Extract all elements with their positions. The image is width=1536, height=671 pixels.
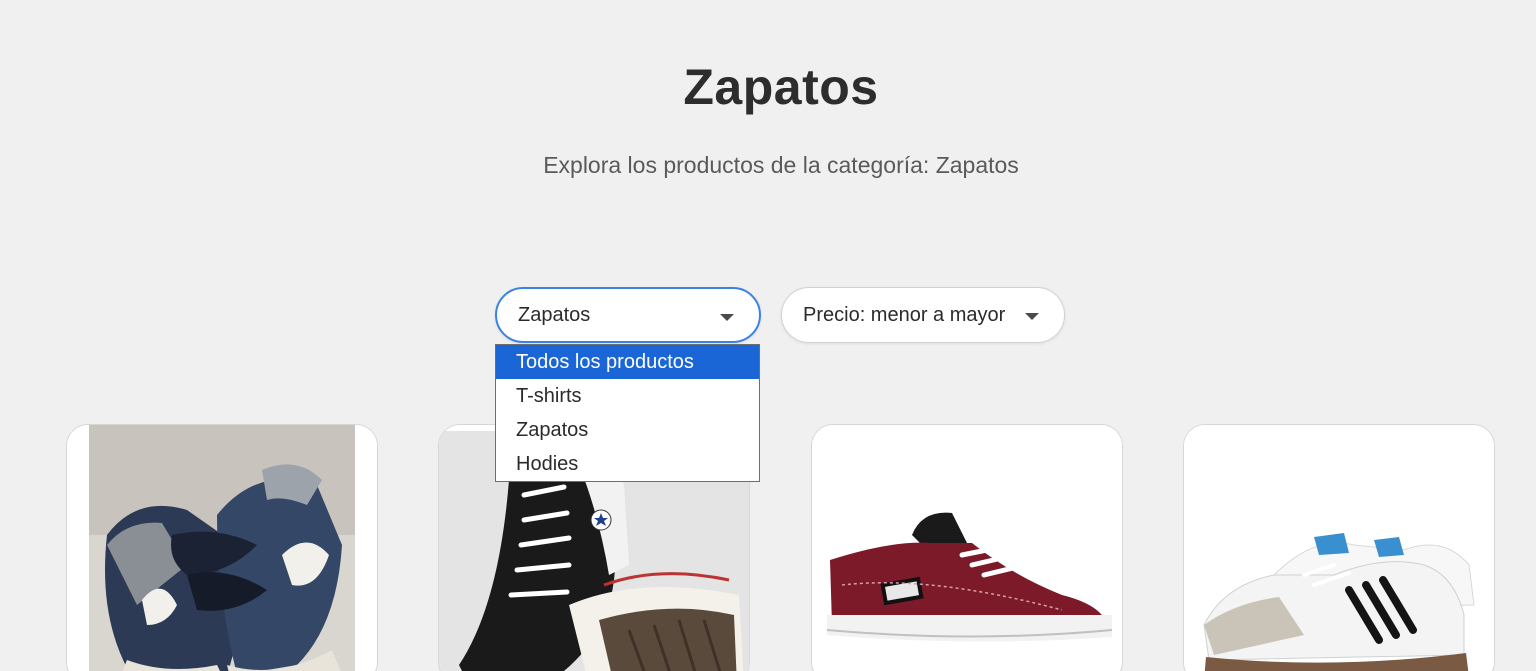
category-select-value: Zapatos (518, 303, 591, 326)
sort-select-value: Precio: menor a mayor (803, 303, 1006, 326)
category-option-hodies[interactable]: Hodies (496, 447, 759, 481)
chevron-down-icon (720, 314, 734, 321)
sort-select[interactable]: Precio: menor a mayor (781, 287, 1065, 343)
product-card[interactable] (811, 424, 1123, 671)
product-image-adidas-samba (1184, 425, 1494, 671)
product-card[interactable] (66, 424, 378, 671)
page-subtitle: Explora los productos de la categoría: Z… (543, 152, 1019, 178)
category-option-zapatos[interactable]: Zapatos (496, 413, 759, 447)
product-card[interactable] (1183, 424, 1495, 671)
category-option-todos[interactable]: Todos los productos (496, 345, 759, 379)
page-title: Zapatos (683, 59, 879, 115)
category-select[interactable]: Zapatos (495, 287, 761, 343)
category-option-tshirts[interactable]: T-shirts (496, 379, 759, 413)
category-dropdown-list: Todos los productos T-shirts Zapatos Hod… (495, 344, 760, 482)
chevron-down-icon (1025, 313, 1039, 320)
product-image-adidas-campus (67, 425, 377, 671)
category-page: Zapatos Explora los productos de la cate… (0, 0, 1536, 671)
product-image-vans-half-cab (812, 425, 1122, 671)
